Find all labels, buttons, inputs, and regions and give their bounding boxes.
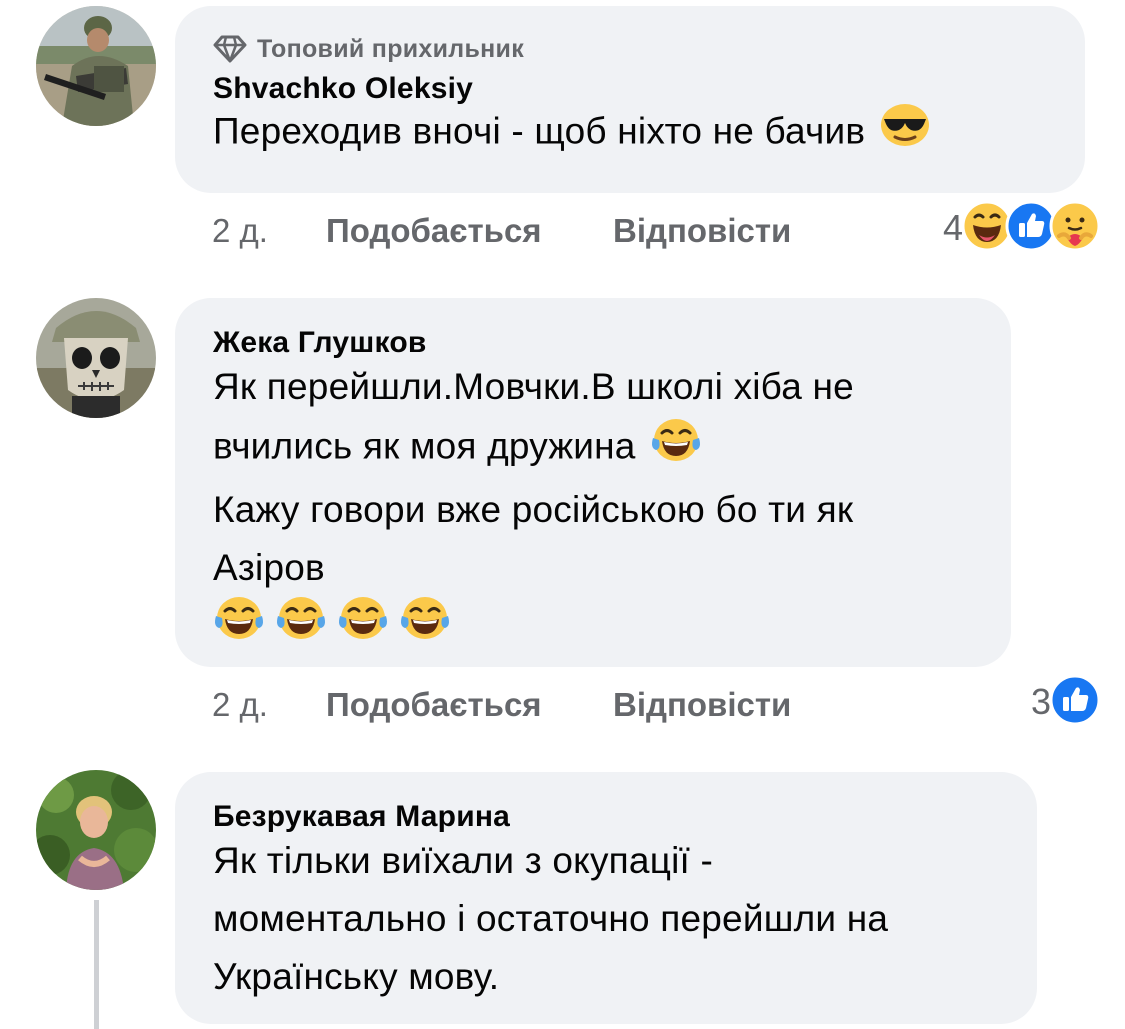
comment-line: Українську мову. <box>213 956 500 997</box>
comment-line: Кажу говори вже російською бо ти як <box>213 489 854 530</box>
tears-of-joy-emoji-icon <box>399 594 451 659</box>
avatar[interactable] <box>36 770 156 890</box>
tears-of-joy-emoji-icon <box>213 594 265 659</box>
tears-of-joy-emoji-icon <box>275 594 327 659</box>
comment-line-text: вчились як моя дружина <box>213 425 636 467</box>
reply-button[interactable]: Відповісти <box>613 212 791 250</box>
comment-timestamp[interactable]: 2 д. <box>212 686 326 724</box>
comment-bubble: Жека Глушков Як перейшли.Мовчки.В школі … <box>175 298 1011 667</box>
comment-text: Як тільки виїхали з окупації - моменталь… <box>213 832 999 1006</box>
like-icon <box>1049 674 1101 731</box>
top-fan-badge: Топовий прихильник <box>213 34 1047 64</box>
comment-line: Азіров <box>213 547 325 588</box>
comment-bubble: Топовий прихильник Shvachko Oleksiy Пере… <box>175 6 1085 193</box>
like-button[interactable]: Подобається <box>326 686 613 724</box>
avatar[interactable] <box>36 6 156 126</box>
tears-of-joy-emoji-icon <box>337 594 389 659</box>
like-button[interactable]: Подобається <box>326 212 613 250</box>
comment-author[interactable]: Shvachko Oleksiy <box>213 72 1047 106</box>
badge-label: Топовий прихильник <box>257 34 525 63</box>
comment-actions: 2 д. Подобається Відповісти <box>212 211 791 251</box>
comment-actions: 2 д. Подобається Відповісти <box>212 685 791 725</box>
emoji-row <box>213 596 973 655</box>
reactions-summary[interactable]: 3 <box>1030 674 1101 727</box>
reaction-count: 3 <box>1030 681 1051 722</box>
reaction-count: 4 <box>942 207 963 248</box>
comment-line: моментально і остаточно перейшли на <box>213 898 889 939</box>
tears-of-joy-emoji-icon <box>650 416 702 481</box>
comment-line: Як тільки виїхали з окупації - <box>213 840 713 881</box>
comment-line: Переходив вночі - щоб ніхто не бачив <box>213 110 866 152</box>
diamond-icon <box>213 35 247 63</box>
comment-timestamp[interactable]: 2 д. <box>212 212 326 250</box>
comment-text: Як перейшли.Мовчки.В школі хіба не вчили… <box>213 358 973 655</box>
comment-author[interactable]: Безрукавая Марина <box>213 800 999 834</box>
thread-connector-line <box>94 900 99 1029</box>
comment-bubble: Безрукавая Марина Як тільки виїхали з ок… <box>175 772 1037 1024</box>
comment-line: Як перейшли.Мовчки.В школі хіба не <box>213 366 854 407</box>
comment-line: вчились як моя дружина <box>213 416 973 481</box>
comment-text: Переходив вночі - щоб ніхто не бачив <box>213 102 1047 165</box>
reply-button[interactable]: Відповісти <box>613 686 791 724</box>
care-icon <box>1049 200 1101 257</box>
sunglasses-emoji-icon <box>880 102 930 165</box>
reactions-summary[interactable]: 4 <box>942 200 1101 253</box>
avatar[interactable] <box>36 298 156 418</box>
comment-author[interactable]: Жека Глушков <box>213 326 973 360</box>
